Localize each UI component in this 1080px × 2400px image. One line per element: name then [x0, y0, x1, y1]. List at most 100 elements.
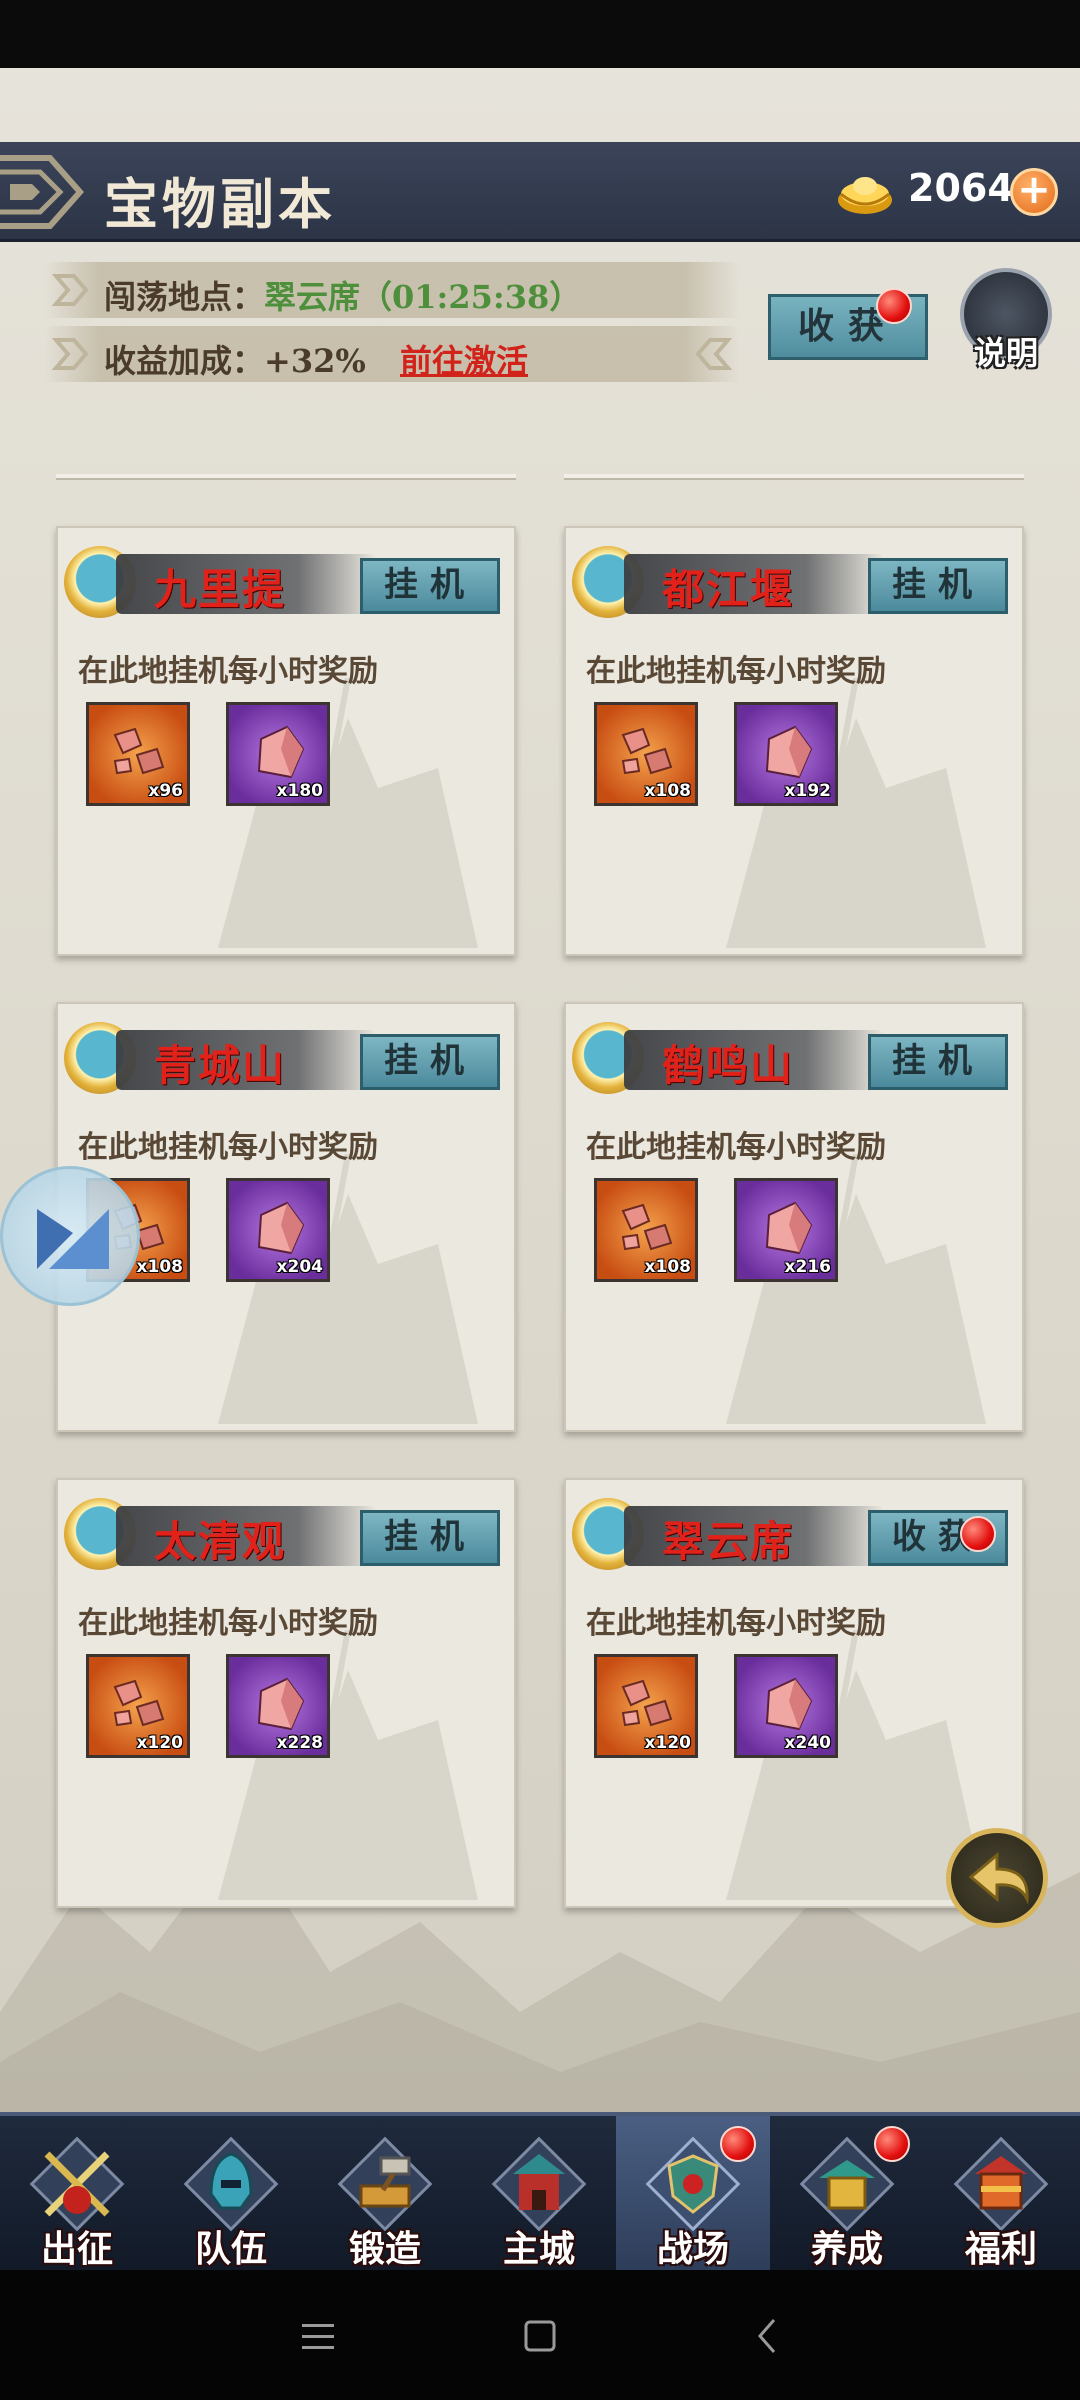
reward-item[interactable]: x240 — [734, 1654, 838, 1758]
gift-temple-icon — [953, 2136, 1049, 2232]
location-info-row: 闯荡地点：翠云席（01:25:38） — [44, 262, 740, 318]
reward-count: x204 — [276, 1257, 323, 1277]
castle-gate-icon — [491, 2136, 587, 2232]
nav-label: 出征 — [40, 2228, 113, 2270]
reward-description: 在此地挂机每小时奖励 — [78, 1130, 378, 1165]
back-button[interactable] — [946, 1828, 1048, 1928]
ore-fragments-icon — [113, 727, 165, 775]
anvil-hammer-icon — [337, 2136, 433, 2232]
reward-item[interactable]: x180 — [226, 702, 330, 806]
reward-count: x120 — [136, 1733, 183, 1753]
nav-label: 主城 — [502, 2228, 575, 2270]
reward-count: x120 — [644, 1733, 691, 1753]
stage-card: 都江堰 挂机 在此地挂机每小时奖励 x108 x192 — [564, 526, 1024, 956]
crystal-icon — [257, 1677, 305, 1731]
crystal-icon — [765, 1677, 813, 1731]
status-bar — [0, 0, 1080, 68]
nav-label: 养成 — [810, 2228, 883, 2270]
help-label: 说明 — [973, 334, 1038, 372]
notification-dot — [874, 2126, 910, 2162]
return-arrow-icon — [968, 1851, 1029, 1905]
reward-item[interactable]: x192 — [734, 702, 838, 806]
reward-item[interactable]: x228 — [226, 1654, 330, 1758]
idle-button[interactable]: 挂机 — [360, 1510, 500, 1566]
nav-label: 锻造 — [348, 2228, 421, 2270]
stage-name: 太清观 — [154, 1517, 287, 1566]
idle-button[interactable]: 挂机 — [360, 558, 500, 614]
reward-count: x192 — [784, 781, 831, 801]
reward-item[interactable]: x120 — [86, 1654, 190, 1758]
stage-name: 翠云席 — [662, 1517, 795, 1566]
ore-fragments-icon — [621, 1679, 673, 1727]
back-icon[interactable] — [740, 2308, 796, 2364]
stage-name: 青城山 — [154, 1041, 287, 1090]
stage-card: 鹤鸣山 挂机 在此地挂机每小时奖励 x108 x216 — [564, 1002, 1024, 1432]
stage-card: 九里提 挂机 在此地挂机每小时奖励 x96 x180 — [56, 526, 516, 956]
location-text: 闯荡地点：翠云席（01:25:38） — [104, 272, 581, 318]
reward-count: x108 — [644, 1257, 691, 1277]
reward-count: x216 — [784, 1257, 831, 1277]
page-title: 宝物副本 — [104, 172, 336, 236]
reward-count: x96 — [148, 781, 183, 801]
list-top-edge — [56, 474, 516, 480]
nav-item-expedition[interactable]: 出征 — [0, 2116, 154, 2274]
nav-label: 队伍 — [194, 2228, 267, 2270]
floating-assistant-button[interactable] — [0, 1166, 140, 1306]
reward-count: x180 — [276, 781, 323, 801]
crossed-swords-icon — [29, 2136, 125, 2232]
bonus-info-row: 收益加成：+32% 前往激活 — [44, 326, 740, 382]
chevron-right-icon — [52, 274, 89, 306]
stage-name: 都江堰 — [662, 565, 795, 614]
ore-fragments-icon — [113, 1679, 165, 1727]
nav-item-main-city[interactable]: 主城 — [462, 2116, 616, 2274]
notification-dot — [960, 1516, 996, 1552]
reward-item[interactable]: x216 — [734, 1178, 838, 1282]
nav-label: 战场 — [656, 2228, 729, 2270]
page-header: 宝物副本 20640 + — [0, 142, 1080, 242]
chevron-left-icon — [695, 338, 732, 370]
help-button[interactable]: 说明 — [956, 268, 1056, 378]
bonus-text: 收益加成：+32% — [104, 342, 366, 380]
ore-fragments-icon — [621, 727, 673, 775]
gold-ingot-icon — [838, 177, 892, 214]
list-top-edge — [564, 474, 1024, 480]
notification-dot — [720, 2126, 756, 2162]
reward-description: 在此地挂机每小时奖励 — [78, 1606, 378, 1641]
chevron-right-icon — [52, 338, 89, 370]
hero-helmet-icon — [183, 2136, 279, 2232]
crystal-icon — [257, 725, 305, 779]
nav-item-team[interactable]: 队伍 — [154, 2116, 308, 2274]
reward-description: 在此地挂机每小时奖励 — [78, 654, 378, 689]
reward-item[interactable]: x204 — [226, 1178, 330, 1282]
idle-button[interactable]: 挂机 — [360, 1034, 500, 1090]
location-label: 闯荡地点： — [104, 278, 265, 316]
reward-item[interactable]: x108 — [594, 702, 698, 806]
nav-item-forge[interactable]: 锻造 — [308, 2116, 462, 2274]
stage-card: 太清观 挂机 在此地挂机每小时奖励 x120 x228 — [56, 1478, 516, 1908]
add-gold-button[interactable]: + — [1010, 168, 1058, 216]
nav-item-develop[interactable]: 养成 — [770, 2116, 924, 2274]
activate-link[interactable]: 前往激活 — [400, 336, 528, 382]
reward-item[interactable]: x96 — [86, 702, 190, 806]
crystal-icon — [765, 1201, 813, 1255]
home-icon[interactable] — [512, 2308, 568, 2364]
crystal-icon — [257, 1201, 305, 1255]
nav-item-welfare[interactable]: 福利 — [924, 2116, 1078, 2274]
nav-item-battlefield[interactable]: 战场 — [616, 2116, 770, 2274]
idle-button[interactable]: 挂机 — [868, 1034, 1008, 1090]
bottom-nav: 出征 队伍 锻造 主城 战场 养成 福利 — [0, 2112, 1080, 2274]
reward-item[interactable]: x120 — [594, 1654, 698, 1758]
nav-label: 福利 — [964, 2228, 1037, 2270]
ore-fragments-icon — [621, 1203, 673, 1251]
reward-description: 在此地挂机每小时奖励 — [586, 1130, 886, 1165]
crystal-icon — [765, 725, 813, 779]
assistant-logo-icon — [37, 1209, 109, 1269]
menu-icon[interactable] — [290, 2308, 346, 2364]
notification-dot — [876, 288, 912, 324]
reward-item[interactable]: x108 — [594, 1178, 698, 1282]
system-nav-bar — [0, 2270, 1080, 2400]
reward-description: 在此地挂机每小时奖励 — [586, 1606, 886, 1641]
reward-count: x228 — [276, 1733, 323, 1753]
idle-button[interactable]: 挂机 — [868, 558, 1008, 614]
location-value: 翠云席（01:25:38） — [264, 278, 582, 316]
